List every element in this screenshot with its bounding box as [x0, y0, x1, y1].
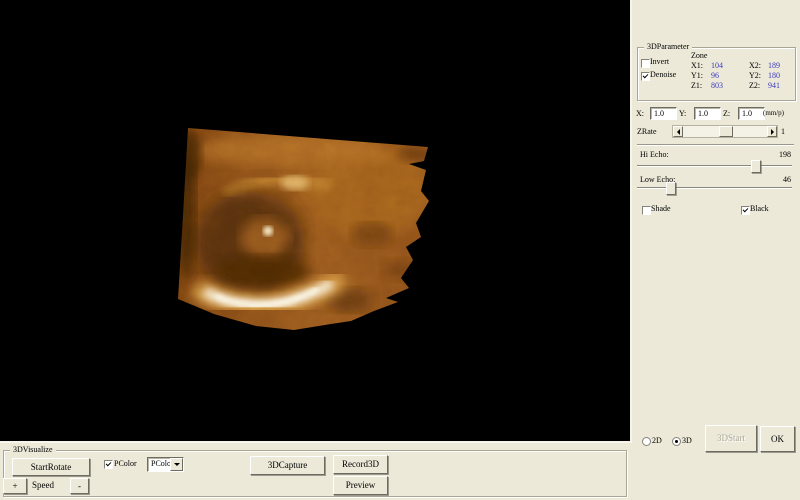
zone-y2-label: Y2: [749, 72, 761, 80]
zone-title: Zone [691, 52, 707, 60]
black-checkbox[interactable] [741, 206, 750, 215]
zone-z2-label: Z2: [749, 82, 760, 90]
chevron-down-icon [174, 463, 180, 469]
zrate-label: ZRate [637, 128, 657, 136]
low-echo-slider[interactable] [637, 187, 792, 189]
visualize-group-title: 3DVisualize [10, 446, 56, 454]
pcolor-checkbox[interactable] [104, 460, 113, 469]
speed-plus-button[interactable]: + [3, 478, 27, 494]
low-echo-value: 46 [758, 176, 791, 184]
radio-3d-label: 3D [682, 437, 692, 445]
arrow-right-icon [771, 129, 777, 135]
preview-button[interactable]: Preview [333, 476, 388, 495]
zrate-right-arrow-button[interactable] [767, 126, 777, 137]
zrate-track[interactable] [683, 126, 767, 137]
start3d-button[interactable]: 3DStart [705, 425, 757, 452]
zone-z1-label: Z1: [691, 82, 702, 90]
panel-divider [637, 144, 794, 146]
zone-z1-value: 803 [711, 82, 723, 90]
zrate-left-arrow-button[interactable] [673, 126, 683, 137]
hi-echo-slider[interactable] [637, 165, 792, 167]
ultrasound-render [0, 0, 630, 441]
speed-minus-button[interactable]: - [70, 478, 89, 494]
pcolor-label: PColor [114, 460, 137, 468]
invert-checkbox[interactable] [641, 59, 650, 68]
denoise-checkbox[interactable] [641, 72, 650, 81]
record3d-button[interactable]: Record3D [333, 455, 388, 474]
zone-z2-value: 941 [768, 82, 780, 90]
radio-dot-icon [675, 440, 678, 443]
hi-echo-value: 198 [758, 151, 791, 159]
radio-2d-label: 2D [652, 437, 662, 445]
hi-echo-thumb[interactable] [751, 160, 761, 173]
zrate-thumb[interactable] [719, 126, 733, 137]
zone-x1-value: 104 [711, 62, 723, 70]
radio-3d[interactable] [672, 437, 681, 446]
check-icon [743, 207, 749, 213]
scale-y-label: Y: [679, 110, 686, 118]
shade-checkbox[interactable] [642, 206, 651, 215]
capture3d-button[interactable]: 3DCapture [250, 456, 325, 475]
application-window: 3DParameter Invert Denoise Zone X1: 104 … [0, 0, 800, 500]
start-rotate-button[interactable]: StartRotate [12, 458, 90, 476]
parameter-group-title: 3DParameter [644, 43, 692, 51]
scale-y-input[interactable]: 1.0 [694, 107, 721, 120]
denoise-label: Denoise [650, 71, 676, 79]
low-echo-thumb[interactable] [666, 182, 676, 195]
check-icon [106, 461, 112, 467]
zrate-value: 1 [781, 128, 785, 136]
black-label: Black [750, 205, 769, 213]
hi-echo-label: Hi Echo: [640, 151, 669, 159]
shade-label: Shade [651, 205, 671, 213]
speed-label: Speed [32, 481, 54, 490]
scale-x-input[interactable]: 1.0 [650, 107, 677, 120]
pcolor-dropdown-button[interactable] [170, 458, 183, 471]
ok-button[interactable]: OK [760, 426, 795, 452]
zone-y1-label: Y1: [691, 72, 703, 80]
invert-label: Invert [650, 58, 669, 66]
pcolor-dropdown[interactable]: PColor [147, 457, 184, 472]
zone-x2-label: X2: [749, 62, 761, 70]
arrow-left-icon [674, 129, 680, 135]
zone-y2-value: 180 [768, 72, 780, 80]
zone-x2-value: 189 [768, 62, 780, 70]
scale-unit-label: (mm/p) [763, 110, 784, 117]
scale-x-label: X: [636, 110, 644, 118]
check-icon [643, 73, 649, 79]
scale-z-input[interactable]: 1.0 [738, 107, 765, 120]
zone-y1-value: 96 [711, 72, 719, 80]
scale-z-label: Z: [723, 110, 730, 118]
zone-x1-label: X1: [691, 62, 703, 70]
radio-2d[interactable] [642, 437, 651, 446]
zrate-scrollbar[interactable] [672, 125, 778, 138]
render-canvas[interactable] [0, 0, 632, 443]
